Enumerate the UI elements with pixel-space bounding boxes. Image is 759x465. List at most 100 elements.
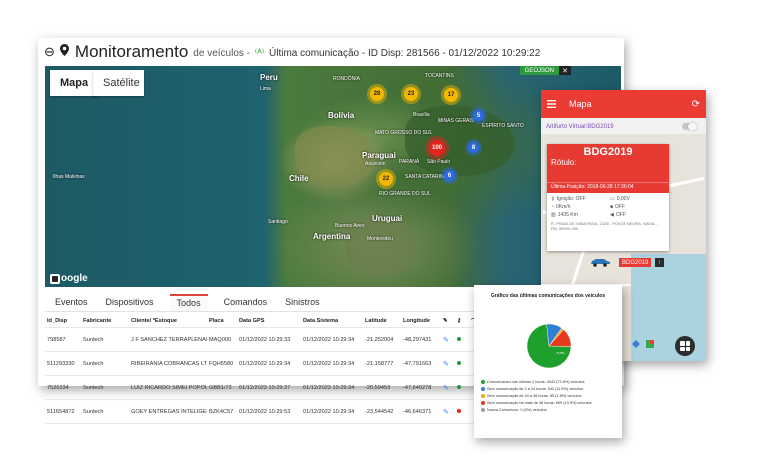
legend-item[interactable]: Comunicaram nas últimas 2 horas: 3441 (7…: [481, 380, 619, 384]
apps-grid-button[interactable]: [675, 336, 695, 356]
column-header[interactable]: Longitude: [401, 318, 441, 324]
map-label: Asunción: [365, 161, 386, 167]
title-bar: ⊖ Monitoramento de veículos - ⁽ᴬ⁾ Última…: [38, 38, 624, 65]
legend-item[interactable]: Sem comunicação de 2 a 24 horas: 542 (11…: [481, 387, 619, 391]
key-icon: ⚷: [551, 196, 555, 202]
legend-label: Sem comunicação há mais de 48 horas: 659…: [487, 401, 592, 405]
car-icon[interactable]: [589, 258, 611, 267]
lock-icon: ■: [610, 204, 614, 210]
voltage-status: ▭ 0,00V: [610, 196, 665, 202]
subtitle-separator: -: [246, 48, 251, 59]
page-subtitle: de veículos - ⁽ᴬ⁾ Última comunicação - I…: [193, 48, 540, 59]
edit-icon[interactable]: ✎: [441, 360, 455, 368]
direction-arrow-icon: ↑: [655, 258, 664, 267]
lock-text: OFF: [615, 204, 626, 210]
speed-status: ◔ 0Km/h: [551, 204, 606, 210]
odometer-text: 1435 Km: [557, 212, 578, 218]
map-label: PARANÁ: [399, 159, 420, 165]
pie-center-label: 72,8%: [556, 351, 565, 355]
menu-icon[interactable]: [547, 95, 556, 113]
legend-swatch: [481, 401, 485, 405]
edit-icon[interactable]: ✎: [441, 408, 455, 416]
cell-id: 511654872: [47, 408, 75, 415]
cell-id: 511293330: [47, 360, 75, 367]
cell-cli: J F SANCHEZ TERRAPLENAGEI: [131, 336, 207, 343]
legend-swatch: [481, 380, 485, 384]
map-cluster[interactable]: 8: [468, 142, 479, 153]
status-dot-icon: [457, 336, 461, 341]
geojson-badge[interactable]: GEOJSON: [519, 66, 559, 75]
speaker-icon: ◀: [610, 212, 614, 218]
tab-todos[interactable]: Todos: [169, 294, 208, 311]
map-label: Bolívia: [328, 111, 355, 120]
cell-sis: 01/12/2022 10:29:34: [303, 336, 355, 343]
speed-text: 0Km/h: [556, 204, 571, 210]
map-cluster[interactable]: 17: [444, 88, 458, 102]
legend-swatch: [481, 394, 485, 398]
tab-eventos[interactable]: Eventos: [53, 294, 90, 311]
chart-title: Gráfico das últimas comunicações dos veí…: [490, 293, 606, 299]
tab-comandos[interactable]: Comandos: [222, 294, 270, 311]
tab-sinistros[interactable]: Sinistros: [283, 294, 322, 311]
cell-cli: LUIZ RICARDO SIMEI POPOUR: [131, 384, 207, 391]
legend-item[interactable]: Nunca Comunicou: 0 (0%) veículos: [481, 408, 619, 412]
artifact-toggle[interactable]: [682, 122, 697, 131]
column-header[interactable]: Placa: [207, 318, 237, 324]
odometer-status: ▥ 1435 Km: [551, 212, 606, 218]
cell-lat: -21,252004: [365, 336, 394, 343]
vehicle-info-popup: BDG2019 Rótulo: Última Posição: 2018-06-…: [547, 144, 669, 251]
map-label: Brasília: [413, 112, 430, 118]
back-arrow-icon[interactable]: ⊖: [44, 44, 55, 60]
edit-icon[interactable]: ✎: [441, 384, 455, 392]
map-cluster[interactable]: 22: [379, 172, 393, 186]
legend-item[interactable]: Sem comunicação de 24 a 48 horas: 85 (1.…: [481, 394, 619, 398]
edit-icon[interactable]: ✎: [441, 336, 455, 344]
lock-status: ■ OFF: [610, 204, 665, 210]
battery-icon: ▭: [610, 196, 615, 202]
column-header[interactable]: Data Sistema: [301, 318, 363, 324]
cell-lon: -48,297431: [403, 336, 432, 343]
map-cluster[interactable]: 28: [370, 87, 384, 101]
column-header[interactable]: Latitude: [363, 318, 401, 324]
tab-dispositivos[interactable]: Dispositivos: [104, 294, 156, 311]
maps-icon[interactable]: [646, 340, 654, 348]
map-label: Paraguai: [362, 151, 396, 160]
map-label: RONDÔNIA: [333, 76, 360, 82]
google-logo: oogle: [50, 273, 88, 284]
map-label: Argentina: [313, 232, 351, 241]
close-icon[interactable]: ✕: [559, 66, 571, 75]
map-cluster[interactable]: 100: [429, 140, 445, 156]
map-tab-mapa[interactable]: Mapa: [50, 70, 99, 96]
fullscreen-icon[interactable]: [50, 273, 60, 284]
map-tab-satelite[interactable]: Satélite: [93, 70, 144, 96]
artifact-label: Artifurto Virtual:BDG2019: [546, 123, 614, 130]
cell-fab: Suntech: [83, 408, 104, 415]
cell-lat: -20,59453: [365, 384, 391, 391]
map-cluster[interactable]: 6: [444, 170, 455, 181]
cell-id: 7526234: [47, 384, 69, 391]
last-communication-text: Última comunicação - ID Disp: 281566 - 0…: [269, 48, 541, 59]
cell-placa: GBB1/72: [209, 384, 232, 391]
column-header[interactable]: Id_Disp: [45, 318, 81, 324]
column-header[interactable]: Data GPS: [237, 318, 301, 324]
navigation-icon[interactable]: [632, 340, 640, 348]
refresh-icon[interactable]: ⟳: [692, 99, 700, 110]
legend-item[interactable]: Sem comunicação há mais de 48 horas: 659…: [481, 401, 619, 405]
map-label: Peru: [260, 73, 278, 82]
artifact-bar: Artifurto Virtual:BDG2019: [546, 120, 697, 133]
map-cluster[interactable]: 23: [404, 87, 418, 101]
map-cluster[interactable]: 5: [473, 110, 484, 121]
map-view[interactable]: Mapa Satélite GEOJSON ✕ Peru Lima RONDÔN…: [45, 66, 621, 287]
column-header[interactable]: Cliente/ *Estoque: [129, 318, 207, 324]
cell-placa: FQH5580: [209, 360, 234, 367]
map-label: RIO GRANDE DO SUL: [379, 191, 431, 197]
map-label: Lima: [260, 86, 271, 92]
pie-chart: 72,8%: [526, 323, 572, 369]
map-label: TOCANTINS: [425, 73, 454, 79]
key-icon: ⚷: [457, 317, 462, 324]
vehicle-name: BDG2019: [583, 146, 633, 158]
column-header[interactable]: Fabricante: [81, 318, 129, 324]
vehicle-plate-label[interactable]: BDG2019: [619, 258, 652, 267]
cell-placa: BZK4C57: [209, 408, 234, 415]
map-label: Montevidéu: [367, 236, 393, 242]
